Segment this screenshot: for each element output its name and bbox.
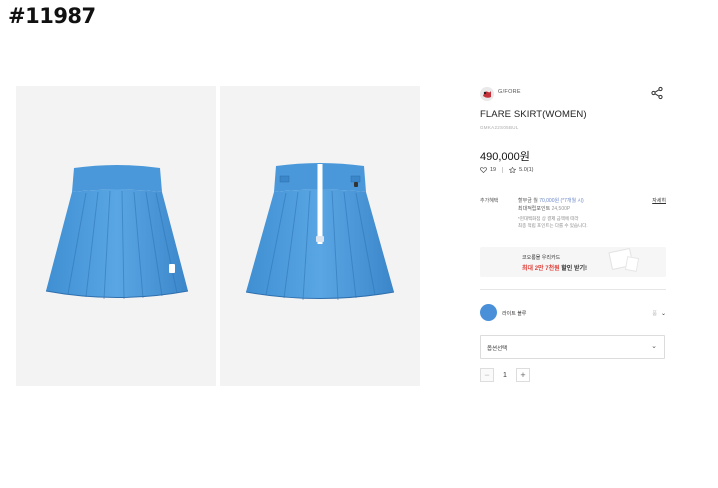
benefits-detail-link[interactable]: 자세히 xyxy=(652,197,666,204)
card-illustration-icon-2 xyxy=(624,256,640,272)
installment-info: 할부금 월 70,000원 (*7개월 시) xyxy=(518,198,584,204)
color-extra[interactable]: 품 ⌄ xyxy=(652,310,666,317)
page-tag: #11987 xyxy=(8,4,96,28)
product-code: GMKA22S05BUL xyxy=(480,125,519,130)
quantity-value[interactable]: 1 xyxy=(494,372,516,379)
points-note-2: 최종 적립 포인트는 다를 수 있습니다. xyxy=(518,223,588,228)
card-promo-banner[interactable]: 코오롱몰 우리카드 최대 2만 7천원 할인 받기! xyxy=(480,247,666,277)
brand-row: G/FORE xyxy=(480,84,666,104)
quantity-minus-button[interactable]: − xyxy=(480,368,494,382)
color-extra-label: 품 xyxy=(652,311,657,317)
option-select[interactable]: 옵션선택 ⌄ xyxy=(480,335,665,359)
product-image-back[interactable] xyxy=(220,86,420,386)
product-price: 490,000원 xyxy=(480,151,530,163)
points-note-1: *현대백화점 상 결제 금액에 따라 xyxy=(518,216,579,221)
banner-line-2: 최대 2만 7천원 할인 받기! xyxy=(522,266,588,272)
color-option-row[interactable]: 라이트 블루 품 ⌄ xyxy=(480,303,666,323)
chevron-down-icon[interactable]: ⌄ xyxy=(661,310,666,317)
likes-count: 19 xyxy=(490,167,497,173)
option-select-label: 옵션선택 xyxy=(487,346,508,352)
skirt-front-illustration xyxy=(45,165,189,300)
product-image-front[interactable] xyxy=(16,86,216,386)
stats-divider xyxy=(502,167,504,173)
product-title: FLARE SKIRT(WOMEN) xyxy=(480,109,587,120)
brand-logo-icon[interactable] xyxy=(480,87,494,101)
rating-link[interactable]: 5.0(1) xyxy=(519,167,533,173)
benefits-label: 추가혜택 xyxy=(480,198,499,204)
section-divider xyxy=(480,289,666,290)
points-info: 최대적립포인트 24,500P xyxy=(518,206,571,212)
star-icon xyxy=(509,167,517,173)
brand-name[interactable]: G/FORE xyxy=(498,89,521,95)
product-info-panel: G/FORE FLARE SKIRT(WOMEN) GMKA22S05BUL 4… xyxy=(480,84,666,382)
quantity-plus-button[interactable]: + xyxy=(516,368,530,382)
color-name: 라이트 블루 xyxy=(502,311,527,317)
quantity-stepper: − 1 + xyxy=(480,367,530,383)
skirt-back-illustration xyxy=(245,163,395,301)
share-icon[interactable] xyxy=(650,86,664,100)
color-swatch[interactable] xyxy=(480,304,497,321)
chevron-down-icon: ⌄ xyxy=(651,343,657,350)
product-stats: 19 5.0(1) xyxy=(480,167,534,173)
heart-icon[interactable] xyxy=(480,167,487,173)
banner-line-1: 코오롱몰 우리카드 xyxy=(522,255,561,261)
